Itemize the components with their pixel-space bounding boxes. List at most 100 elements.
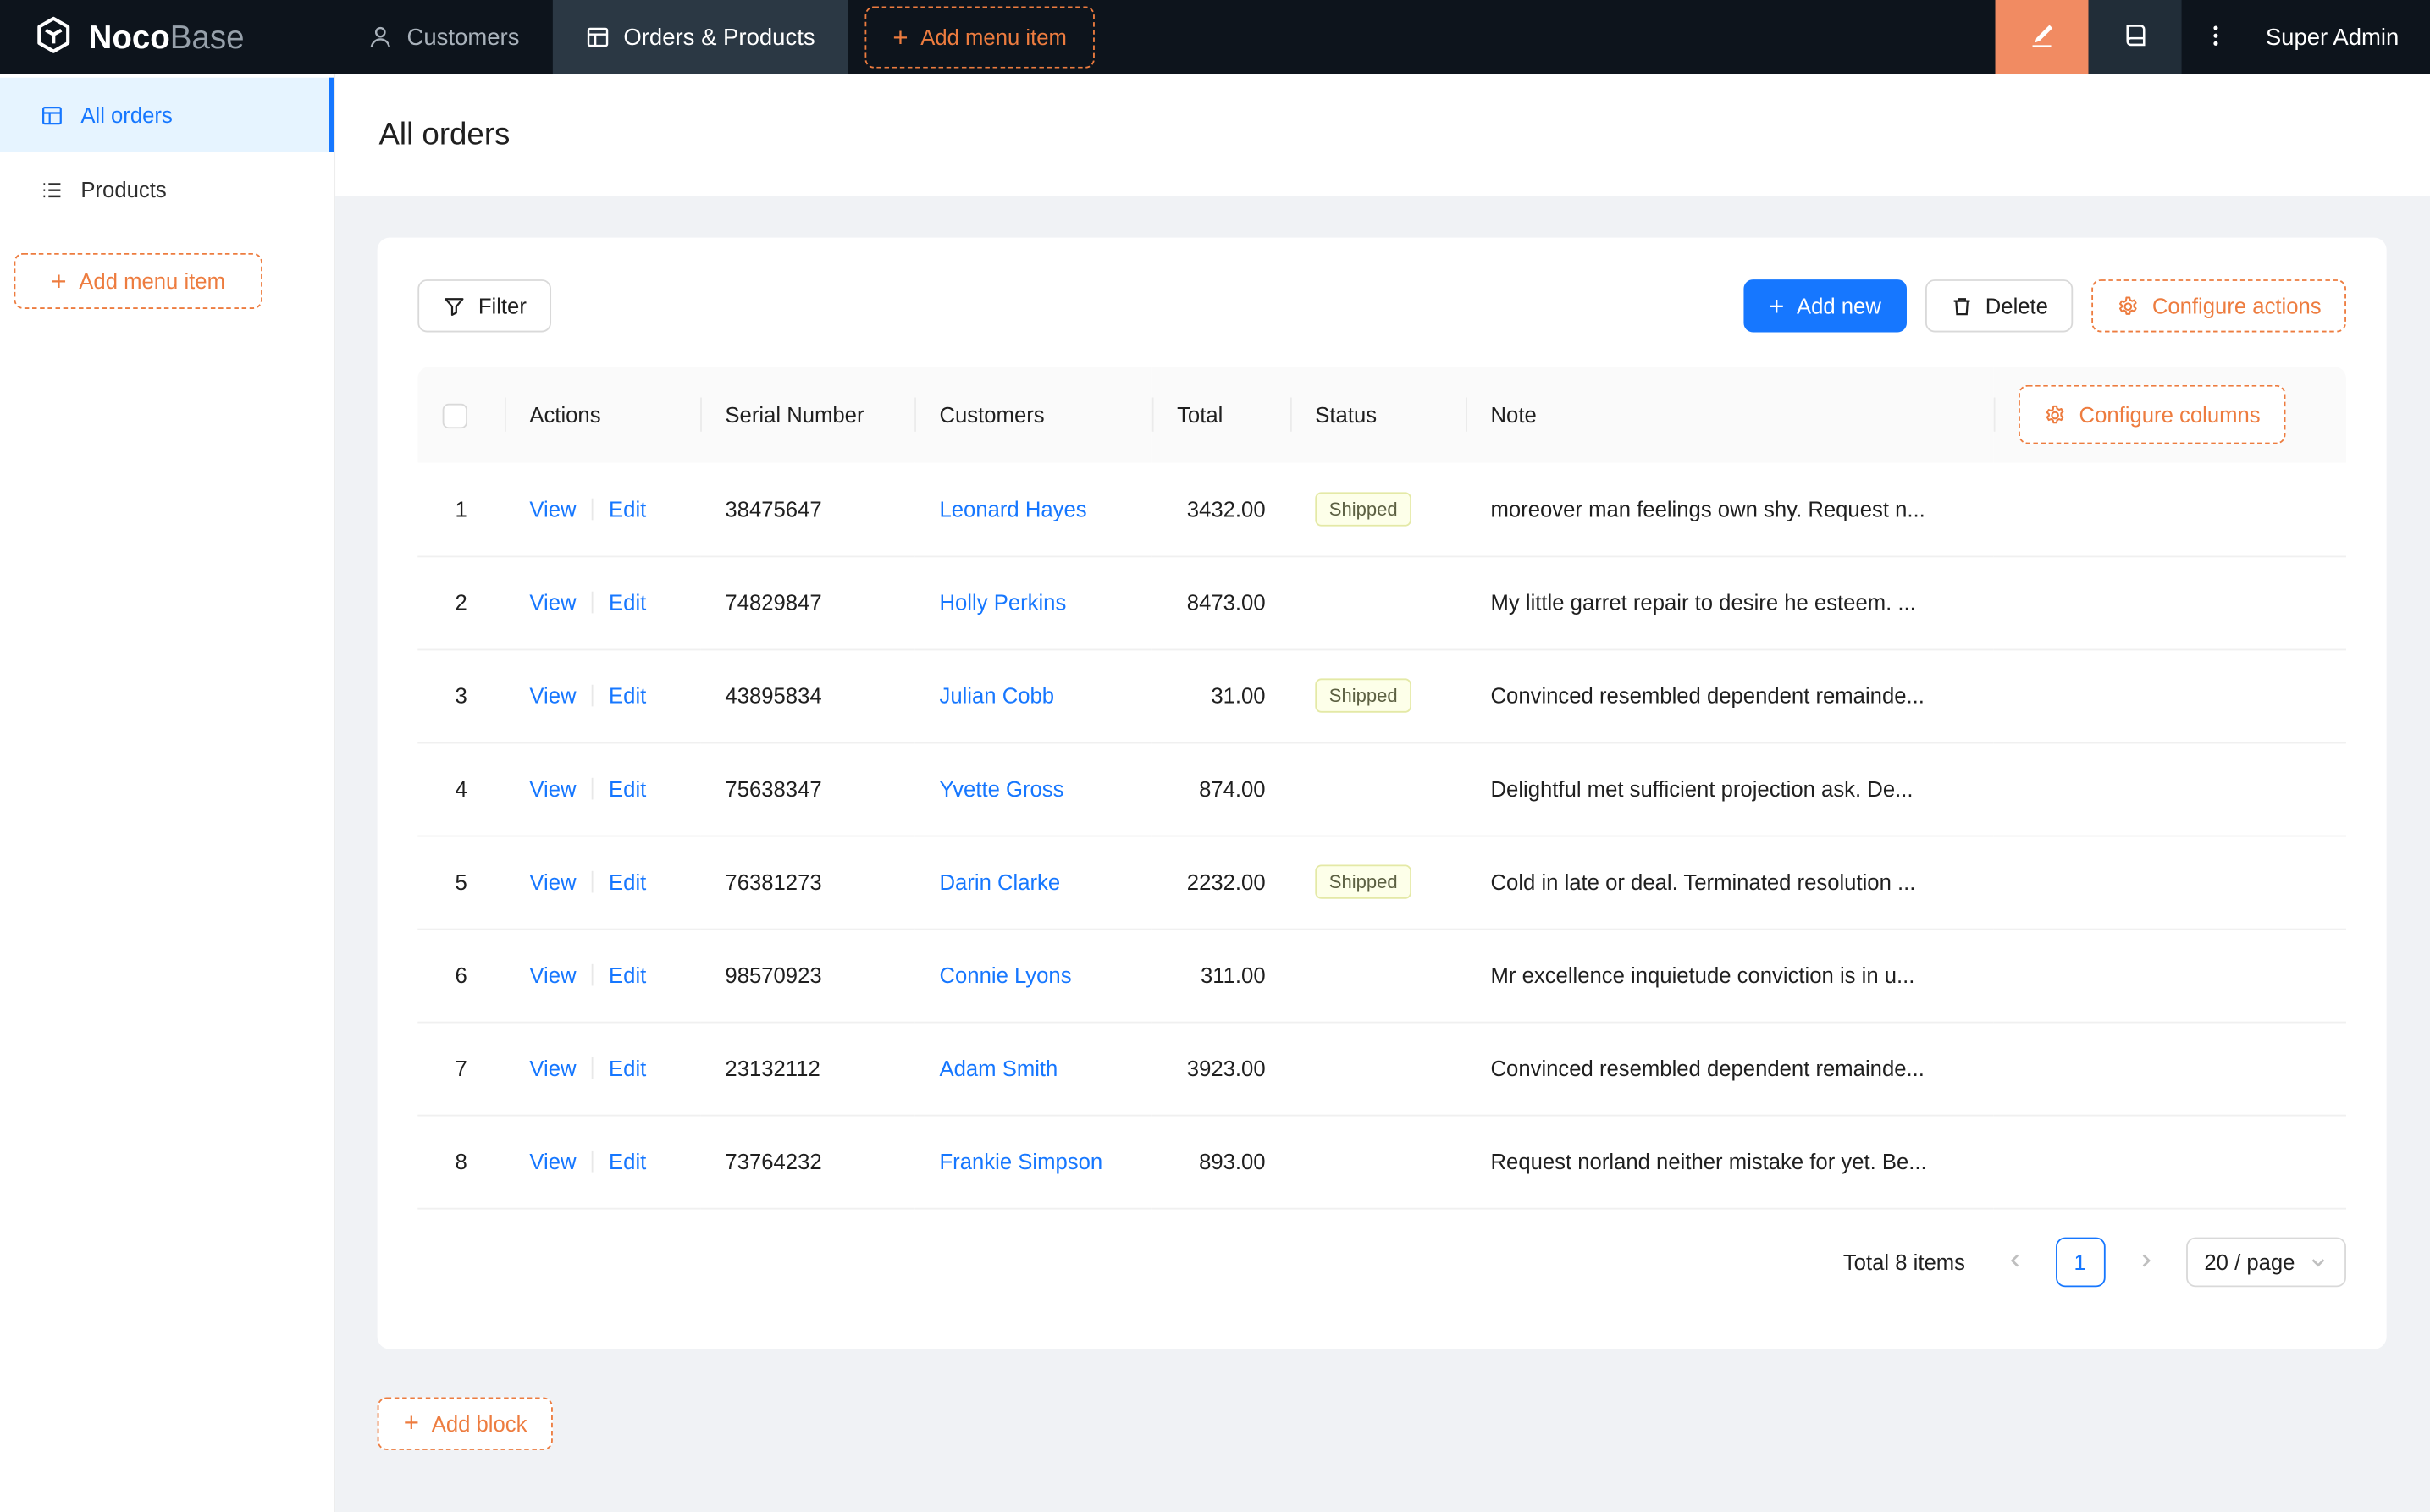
note-cell: Mr excellence inquietude conviction is i… xyxy=(1466,929,2346,1022)
status-cell xyxy=(1290,742,1466,836)
edit-link[interactable]: Edit xyxy=(609,963,646,987)
nocobase-logo-icon xyxy=(33,14,75,61)
customer-link[interactable]: Adam Smith xyxy=(939,1056,1058,1080)
edit-link[interactable]: Edit xyxy=(609,776,646,801)
customer-link[interactable]: Yvette Gross xyxy=(939,776,1063,801)
add-block-button[interactable]: + Add block xyxy=(378,1397,554,1449)
total-cell: 2232.00 xyxy=(1152,836,1290,929)
next-page-button[interactable] xyxy=(2120,1237,2170,1287)
chevron-left-icon xyxy=(2006,1249,2024,1273)
serial-number-cell: 38475647 xyxy=(700,462,914,555)
customer-link[interactable]: Connie Lyons xyxy=(939,963,1071,987)
filter-button[interactable]: Filter xyxy=(417,279,551,332)
note-cell: Delightful met sufficient projection ask… xyxy=(1466,742,2346,836)
sidebar-item-label: All orders xyxy=(80,102,172,127)
status-cell xyxy=(1290,556,1466,649)
actions-cell: View Edit xyxy=(505,1022,700,1115)
prev-page-button[interactable] xyxy=(1990,1237,2040,1287)
view-link[interactable]: View xyxy=(529,683,576,708)
user-icon xyxy=(368,25,393,49)
edit-link[interactable]: Edit xyxy=(609,1149,646,1173)
edit-link[interactable]: Edit xyxy=(609,496,646,521)
more-options-button[interactable] xyxy=(2182,0,2251,74)
book-icon xyxy=(2122,22,2148,53)
actions-cell: View Edit xyxy=(505,1115,700,1208)
actions-cell: View Edit xyxy=(505,836,700,929)
body: All orders Products + Add menu item All … xyxy=(0,74,2430,1512)
row-index: 4 xyxy=(417,742,505,836)
customer-link[interactable]: Julian Cobb xyxy=(939,683,1054,708)
menu-item-orders-products[interactable]: Orders & Products xyxy=(552,0,848,74)
plus-icon: + xyxy=(404,1410,419,1436)
action-divider xyxy=(592,1151,594,1173)
delete-button[interactable]: Delete xyxy=(1925,279,2073,332)
total-cell: 3923.00 xyxy=(1152,1022,1290,1115)
sidebar-item-all-orders[interactable]: All orders xyxy=(0,78,334,152)
status-badge: Shipped xyxy=(1315,678,1411,712)
row-index: 6 xyxy=(417,929,505,1022)
docs-button[interactable] xyxy=(2089,0,2182,74)
view-link[interactable]: View xyxy=(529,869,576,894)
nocobase-logo[interactable]: NocoBase xyxy=(0,0,335,74)
note-cell: Cold in late or deal. Terminated resolut… xyxy=(1466,836,2346,929)
serial-number-cell: 75638347 xyxy=(700,742,914,836)
trash-icon xyxy=(1950,295,1974,318)
customer-cell: Frankie Simpson xyxy=(914,1115,1152,1208)
note-cell: Convinced resembled dependent remainde..… xyxy=(1466,1022,2346,1115)
plus-icon: + xyxy=(1769,293,1784,319)
orders-table-icon xyxy=(41,103,64,127)
logo-text-noco: Noco xyxy=(89,19,170,55)
edit-link[interactable]: Edit xyxy=(609,683,646,708)
row-index: 2 xyxy=(417,556,505,649)
sidebar-item-products[interactable]: Products xyxy=(0,152,334,227)
view-link[interactable]: View xyxy=(529,590,576,615)
action-divider xyxy=(592,778,594,800)
plus-icon: + xyxy=(892,24,908,50)
edit-link[interactable]: Edit xyxy=(609,869,646,894)
row-index: 7 xyxy=(417,1022,505,1115)
serial-number-cell: 76381273 xyxy=(700,836,914,929)
row-index: 8 xyxy=(417,1115,505,1208)
status-cell: Shipped xyxy=(1290,649,1466,742)
customer-link[interactable]: Darin Clarke xyxy=(939,869,1060,894)
ui-editor-button[interactable] xyxy=(1996,0,2089,74)
view-link[interactable]: View xyxy=(529,776,576,801)
add-new-button[interactable]: + Add new xyxy=(1744,279,1906,332)
status-cell: Shipped xyxy=(1290,462,1466,555)
sidebar-add-menu-item-button[interactable]: + Add menu item xyxy=(14,253,262,309)
table-row: 4 ViewEdit 75638347 Yvette Gross 874.00 … xyxy=(417,742,2346,836)
table-row: 1 ViewEdit 38475647 Leonard Hayes 3432.0… xyxy=(417,462,2346,555)
total-cell: 3432.00 xyxy=(1152,462,1290,555)
customer-cell: Connie Lyons xyxy=(914,929,1152,1022)
user-menu[interactable]: Super Admin xyxy=(2250,0,2430,74)
customer-link[interactable]: Leonard Hayes xyxy=(939,496,1086,521)
page-header: All orders xyxy=(335,74,2430,196)
select-all-checkbox[interactable] xyxy=(443,403,467,428)
view-link[interactable]: View xyxy=(529,963,576,987)
page-1-button[interactable]: 1 xyxy=(2055,1237,2105,1287)
row-index: 3 xyxy=(417,649,505,742)
menu-item-customers[interactable]: Customers xyxy=(335,0,552,74)
view-link[interactable]: View xyxy=(529,496,576,521)
customer-cell: Leonard Hayes xyxy=(914,462,1152,555)
customer-cell: Holly Perkins xyxy=(914,556,1152,649)
list-icon xyxy=(41,178,64,201)
configure-actions-button[interactable]: Configure actions xyxy=(2091,279,2346,332)
status-cell xyxy=(1290,1022,1466,1115)
actions-cell: View Edit xyxy=(505,929,700,1022)
pagination: Total 8 items 1 xyxy=(417,1237,2346,1287)
page-size-select[interactable]: 20 / page xyxy=(2185,1237,2346,1287)
configure-columns-label: Configure columns xyxy=(2079,402,2261,427)
view-link[interactable]: View xyxy=(529,1149,576,1173)
add-menu-item-button[interactable]: + Add menu item xyxy=(864,6,1095,68)
view-link[interactable]: View xyxy=(529,1056,576,1080)
customer-cell: Yvette Gross xyxy=(914,742,1152,836)
edit-link[interactable]: Edit xyxy=(609,1056,646,1080)
configure-columns-button[interactable]: Configure columns xyxy=(2019,385,2285,444)
customer-link[interactable]: Frankie Simpson xyxy=(939,1149,1102,1173)
action-divider xyxy=(592,498,594,520)
customer-link[interactable]: Holly Perkins xyxy=(939,590,1066,615)
highlighter-icon xyxy=(2028,21,2056,54)
actions-cell: View Edit xyxy=(505,742,700,836)
edit-link[interactable]: Edit xyxy=(609,590,646,615)
